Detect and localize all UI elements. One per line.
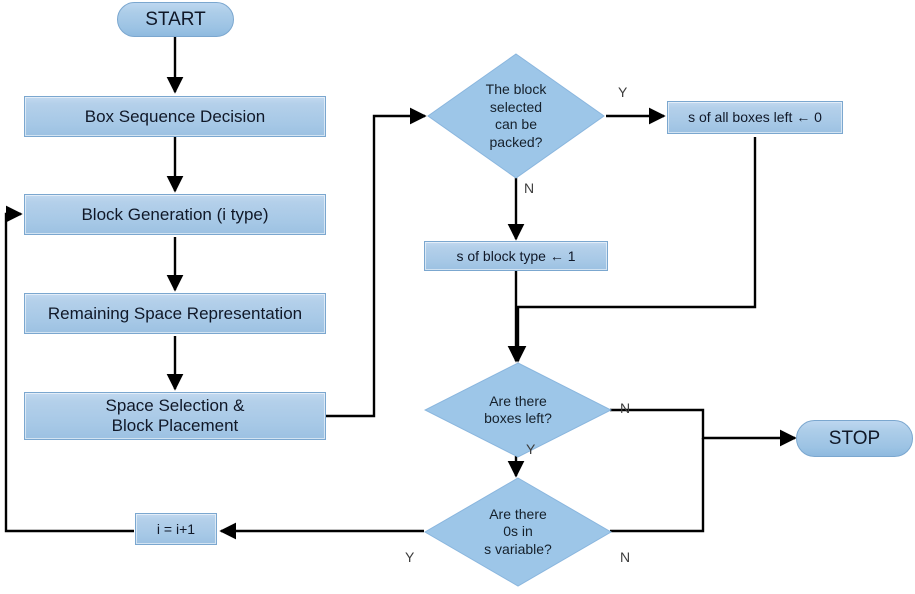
node-space-selection[interactable]: Space Selection & Block Placement — [24, 392, 326, 440]
node-start-label: START — [145, 8, 206, 30]
node-increment-i-label: i = i+1 — [156, 520, 196, 537]
edge-label-boxes-left-no: N — [620, 400, 631, 416]
node-block-generation[interactable]: Block Generation (i type) — [24, 194, 326, 235]
node-space-selection-label: Space Selection & Block Placement — [105, 396, 245, 435]
edge-boxes-left-no-to-stop — [610, 408, 797, 447]
node-stop-label: STOP — [828, 427, 881, 449]
edge-zeros-no-to-stop-join — [610, 438, 705, 533]
edge-label-packed-no: N — [524, 180, 535, 196]
node-s-all-boxes-left[interactable]: s of all boxes left ← 0 — [667, 101, 843, 134]
node-box-sequence-decision[interactable]: Box Sequence Decision — [24, 96, 326, 137]
node-start[interactable]: START — [117, 2, 234, 37]
edge-label-zeros-yes: Y — [405, 549, 415, 565]
node-box-sequence-decision-label: Box Sequence Decision — [84, 106, 266, 126]
node-s-block-type-label: s of block type ← 1 — [456, 247, 576, 264]
node-remaining-space-label: Remaining Space Representation — [47, 303, 303, 323]
node-increment-i[interactable]: i = i+1 — [135, 513, 217, 545]
edge-label-packed-yes: Y — [618, 84, 628, 100]
edge-increment-i-to-block-generation — [4, 205, 134, 533]
node-s-all-boxes-left-label: s of all boxes left ← 0 — [688, 109, 822, 126]
node-zeros-in-s[interactable]: Are there 0s in s variable? — [424, 477, 612, 587]
node-stop[interactable]: STOP — [796, 420, 913, 457]
node-can-be-packed[interactable]: The block selected can be packed? — [427, 53, 605, 179]
node-block-generation-label: Block Generation (i type) — [81, 204, 269, 224]
flowchart-canvas: START Box Sequence Decision Block Genera… — [0, 0, 915, 594]
node-remaining-space[interactable]: Remaining Space Representation — [24, 293, 326, 334]
edge-label-boxes-left-yes: Y — [526, 441, 536, 457]
node-boxes-left[interactable]: Are there boxes left? — [424, 362, 612, 458]
edge-space-selection-to-can-be-packed — [326, 107, 427, 418]
edge-label-zeros-no: N — [620, 549, 631, 565]
node-s-block-type[interactable]: s of block type ← 1 — [424, 241, 608, 271]
